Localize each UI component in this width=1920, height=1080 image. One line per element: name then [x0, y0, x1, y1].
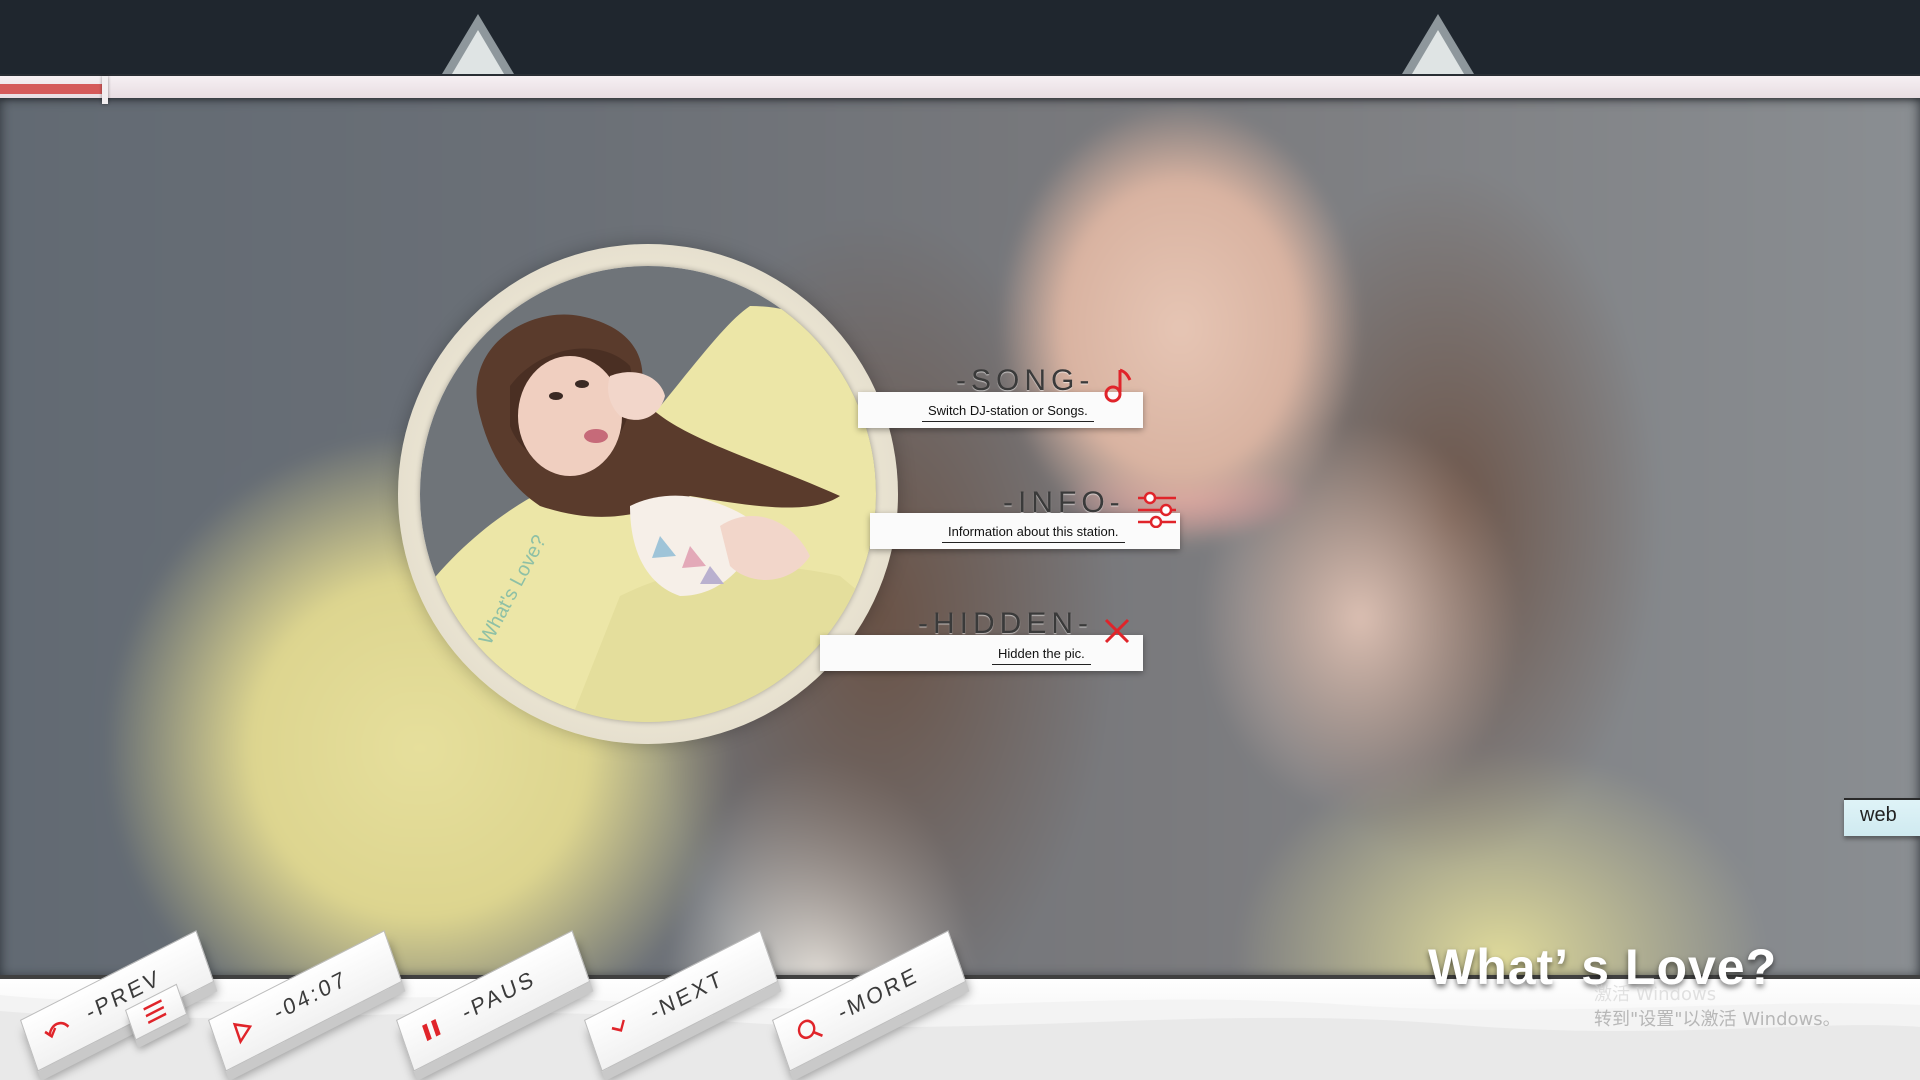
close-icon[interactable] [1100, 614, 1134, 648]
activation-watermark-line2: 转到"设置"以激活 Windows。 [1594, 1009, 1841, 1030]
progress-handle[interactable] [102, 76, 108, 104]
top-bar [0, 0, 1920, 74]
top-triangle-left-icon[interactable] [442, 14, 514, 74]
hidden-menu-desc: Hidden the pic. [992, 646, 1091, 665]
song-menu-title[interactable]: -SONG- [956, 364, 1094, 398]
info-menu-title[interactable]: -INFO- [1003, 486, 1125, 520]
hidden-menu-title[interactable]: -HIDDEN- [918, 607, 1093, 641]
web-tab[interactable]: web [1844, 798, 1920, 836]
progress-track[interactable] [0, 76, 1920, 98]
album-cover-photo[interactable]: What's Love? [420, 266, 876, 722]
activation-watermark-line1: 激活 Windows [1594, 984, 1717, 1005]
progress-fill [0, 84, 104, 94]
song-menu-desc: Switch DJ-station or Songs. [922, 403, 1094, 422]
sliders-icon[interactable] [1136, 488, 1178, 528]
web-tab-label: web [1860, 804, 1897, 826]
top-triangle-right-icon[interactable] [1402, 14, 1474, 74]
info-menu-desc: Information about this station. [942, 524, 1125, 543]
music-note-icon[interactable] [1098, 366, 1134, 406]
